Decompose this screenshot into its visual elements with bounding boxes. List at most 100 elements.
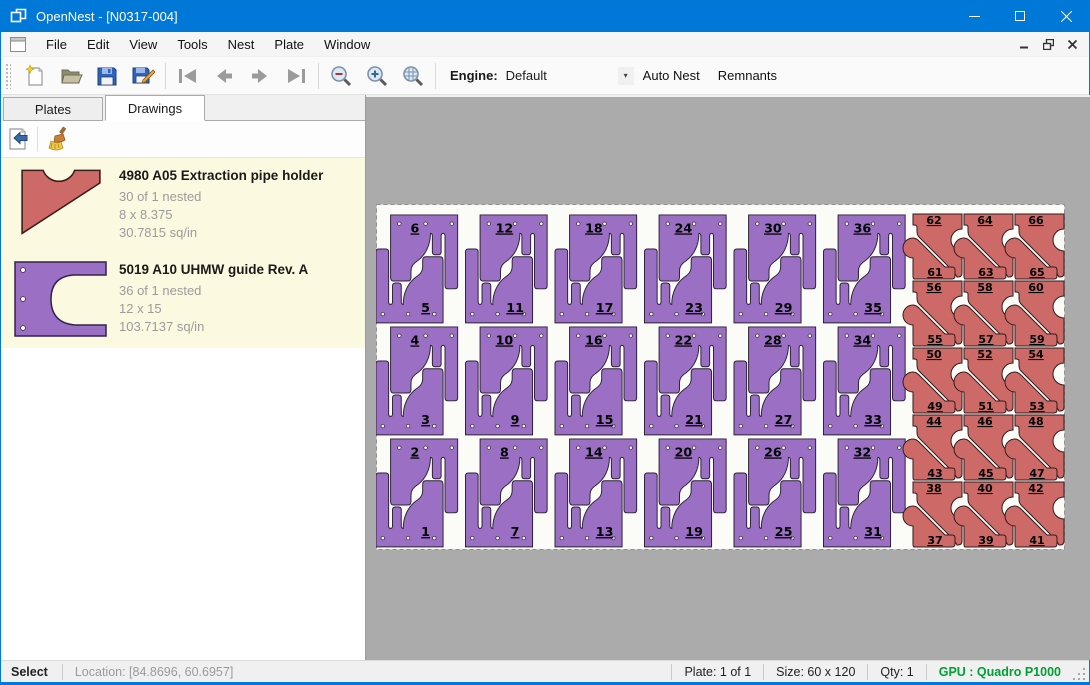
svg-text:46: 46 [977,415,993,428]
svg-text:17: 17 [596,300,614,315]
mdi-restore-icon[interactable] [1039,36,1057,52]
mdi-document-icon[interactable] [10,37,26,52]
menu-nest[interactable]: Nest [218,33,265,56]
svg-text:2: 2 [410,444,419,459]
status-location: Location: [84.8696, 60.6957] [63,665,245,679]
mdi-close-icon[interactable] [1063,36,1081,52]
menu-bar: FileEditViewToolsNestPlateWindow [1,32,1089,57]
svg-text:15: 15 [596,412,614,427]
sidebar-tabs: PlatesDrawings [1,95,365,121]
svg-text:38: 38 [926,482,941,495]
status-gpu: GPU : Quadro P1000 [927,665,1073,679]
svg-text:7: 7 [511,524,520,539]
app-icon [10,7,28,25]
svg-text:12: 12 [496,220,514,235]
svg-text:11: 11 [506,300,524,315]
drawing-size: 12 x 15 [119,300,308,318]
drawing-title: 5019 A10 UHMW guide Rev. A [119,262,308,277]
save-icon[interactable] [89,60,125,92]
minimize-button[interactable] [951,0,997,32]
go-last-icon[interactable] [278,60,314,92]
svg-text:10: 10 [496,332,514,347]
svg-text:25: 25 [775,524,793,539]
svg-text:22: 22 [675,332,693,347]
svg-text:9: 9 [511,412,520,427]
drawing-nested-count: 30 of 1 nested [119,188,323,206]
drawing-area: 103.7137 sq/in [119,318,308,336]
nest-canvas[interactable]: 6512111817242330293635431091615222128273… [366,95,1090,660]
sidebar-toolbar [1,121,365,158]
menu-window[interactable]: Window [314,33,380,56]
svg-text:62: 62 [926,214,941,227]
tab-drawings[interactable]: Drawings [105,95,205,121]
status-plate: Plate: 1 of 1 [672,665,763,679]
svg-text:21: 21 [685,412,703,427]
open-folder-icon[interactable] [53,60,89,92]
svg-text:42: 42 [1028,482,1043,495]
mdi-minimize-icon[interactable] [1015,36,1033,52]
toolbar-separator [165,63,166,89]
svg-text:50: 50 [926,348,942,361]
engine-combobox[interactable]: Default ▾ [504,64,634,88]
drawing-size: 8 x 8.375 [119,206,323,224]
svg-text:3: 3 [421,412,430,427]
svg-text:33: 33 [864,412,882,427]
drawing-item[interactable]: 5019 A10 UHMW guide Rev. A 36 of 1 neste… [1,252,365,348]
resize-grip[interactable] [1073,668,1087,682]
auto-nest-button[interactable]: Auto Nest [634,63,709,88]
plate-view[interactable]: 6512111817242330293635431091615222128273… [376,204,1065,553]
svg-text:27: 27 [775,412,793,427]
svg-text:26: 26 [764,444,782,459]
remnants-button[interactable]: Remnants [709,63,786,88]
zoom-fit-icon[interactable] [395,60,431,92]
main-toolbar: Engine: Default ▾ Auto Nest Remnants [1,57,1089,95]
svg-text:5: 5 [421,300,430,315]
svg-text:29: 29 [775,300,793,315]
zoom-in-icon[interactable] [359,60,395,92]
toolbar-grip[interactable] [5,63,11,89]
svg-text:30: 30 [764,220,782,235]
svg-text:23: 23 [685,300,703,315]
go-first-icon[interactable] [170,60,206,92]
save-as-icon[interactable] [125,60,161,92]
go-next-icon[interactable] [242,60,278,92]
menu-edit[interactable]: Edit [77,33,119,56]
svg-text:61: 61 [927,266,942,279]
chevron-down-icon[interactable]: ▾ [618,67,634,85]
svg-text:44: 44 [926,415,942,428]
svg-text:32: 32 [854,444,872,459]
status-qty: Qty: 1 [868,665,925,679]
svg-text:31: 31 [864,524,882,539]
svg-text:59: 59 [1029,333,1044,346]
close-button[interactable] [1043,0,1089,32]
svg-text:63: 63 [978,266,993,279]
svg-text:57: 57 [978,333,993,346]
svg-text:34: 34 [854,332,872,347]
tab-plates[interactable]: Plates [3,97,103,121]
svg-text:53: 53 [1029,400,1044,413]
svg-text:52: 52 [977,348,992,361]
drawing-area: 30.7815 sq/in [119,224,323,242]
status-mode: Select [1,665,62,679]
menu-view[interactable]: View [119,33,167,56]
svg-text:13: 13 [596,524,614,539]
drawing-item[interactable]: 4980 A05 Extraction pipe holder 30 of 1 … [1,158,365,252]
svg-text:65: 65 [1029,266,1044,279]
menu-tools[interactable]: Tools [167,33,217,56]
svg-text:28: 28 [764,332,782,347]
drawing-thumbnail [11,166,111,242]
svg-text:64: 64 [977,214,993,227]
maximize-button[interactable] [997,0,1043,32]
zoom-out-icon[interactable] [323,60,359,92]
svg-text:56: 56 [926,281,942,294]
menu-file[interactable]: File [36,33,77,56]
menu-plate[interactable]: Plate [264,33,314,56]
go-previous-icon[interactable] [206,60,242,92]
new-file-icon[interactable] [17,60,53,92]
import-drawing-icon[interactable] [1,124,33,154]
svg-text:4: 4 [410,332,419,347]
svg-text:14: 14 [585,444,603,459]
svg-text:1: 1 [421,524,430,539]
drawing-title: 4980 A05 Extraction pipe holder [119,168,323,183]
clean-icon[interactable] [42,124,74,154]
